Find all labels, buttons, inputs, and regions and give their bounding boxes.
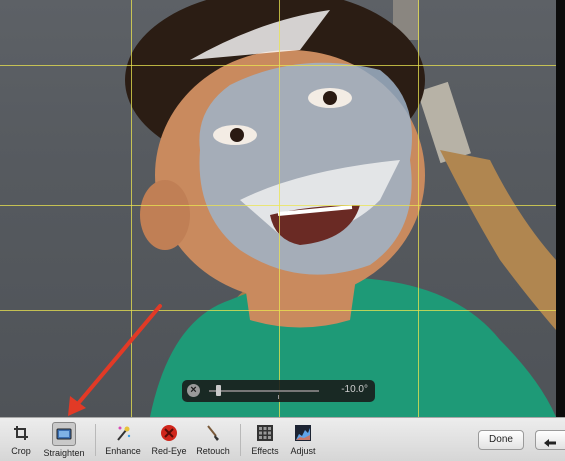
- retouch-button[interactable]: Retouch: [194, 422, 232, 456]
- grid-line: [279, 0, 280, 417]
- enhance-button[interactable]: Enhance: [104, 422, 142, 456]
- straighten-hud: × -10.0°: [182, 380, 375, 402]
- done-button[interactable]: Done: [478, 430, 524, 450]
- x-circle-icon[interactable]: ×: [187, 384, 200, 397]
- effects-label: Effects: [251, 446, 279, 456]
- crop-label: Crop: [11, 446, 31, 456]
- magic-wand-icon: [112, 422, 134, 444]
- enhance-label: Enhance: [105, 446, 141, 456]
- red-eye-icon: [158, 422, 180, 444]
- retouch-label: Retouch: [196, 446, 230, 456]
- straighten-angle-label: -10.0°: [341, 384, 368, 395]
- adjust-label: Adjust: [290, 446, 316, 456]
- red-eye-button[interactable]: Red-Eye: [150, 422, 188, 456]
- crop-button[interactable]: Crop: [7, 422, 35, 456]
- histogram-icon: [292, 422, 314, 444]
- brush-icon: [202, 422, 224, 444]
- straighten-slider-knob[interactable]: [216, 385, 221, 396]
- straighten-label: Straighten: [43, 448, 85, 458]
- toolbar-divider: [240, 424, 241, 456]
- grid-line: [0, 310, 556, 311]
- previous-photo-button[interactable]: [535, 430, 565, 450]
- arrow-left-icon: [543, 435, 557, 453]
- red-eye-label: Red-Eye: [151, 446, 187, 456]
- photo-illustration: [125, 0, 556, 417]
- canvas-edge: [556, 0, 565, 417]
- photo-canvas[interactable]: × -10.0°: [0, 0, 565, 417]
- grid-line: [0, 65, 556, 66]
- crop-icon: [10, 422, 32, 444]
- effects-grid-icon: [254, 422, 276, 444]
- grid-line: [131, 0, 132, 417]
- straighten-button[interactable]: Straighten: [41, 422, 87, 458]
- grid-line: [418, 0, 419, 417]
- toolbar-divider: [95, 424, 96, 456]
- straighten-icon: [52, 422, 76, 446]
- adjust-button[interactable]: Adjust: [287, 422, 319, 456]
- effects-button[interactable]: Effects: [249, 422, 281, 456]
- straighten-slider-track[interactable]: [209, 390, 319, 392]
- grid-line: [0, 205, 556, 206]
- slider-center-tick: [278, 395, 279, 399]
